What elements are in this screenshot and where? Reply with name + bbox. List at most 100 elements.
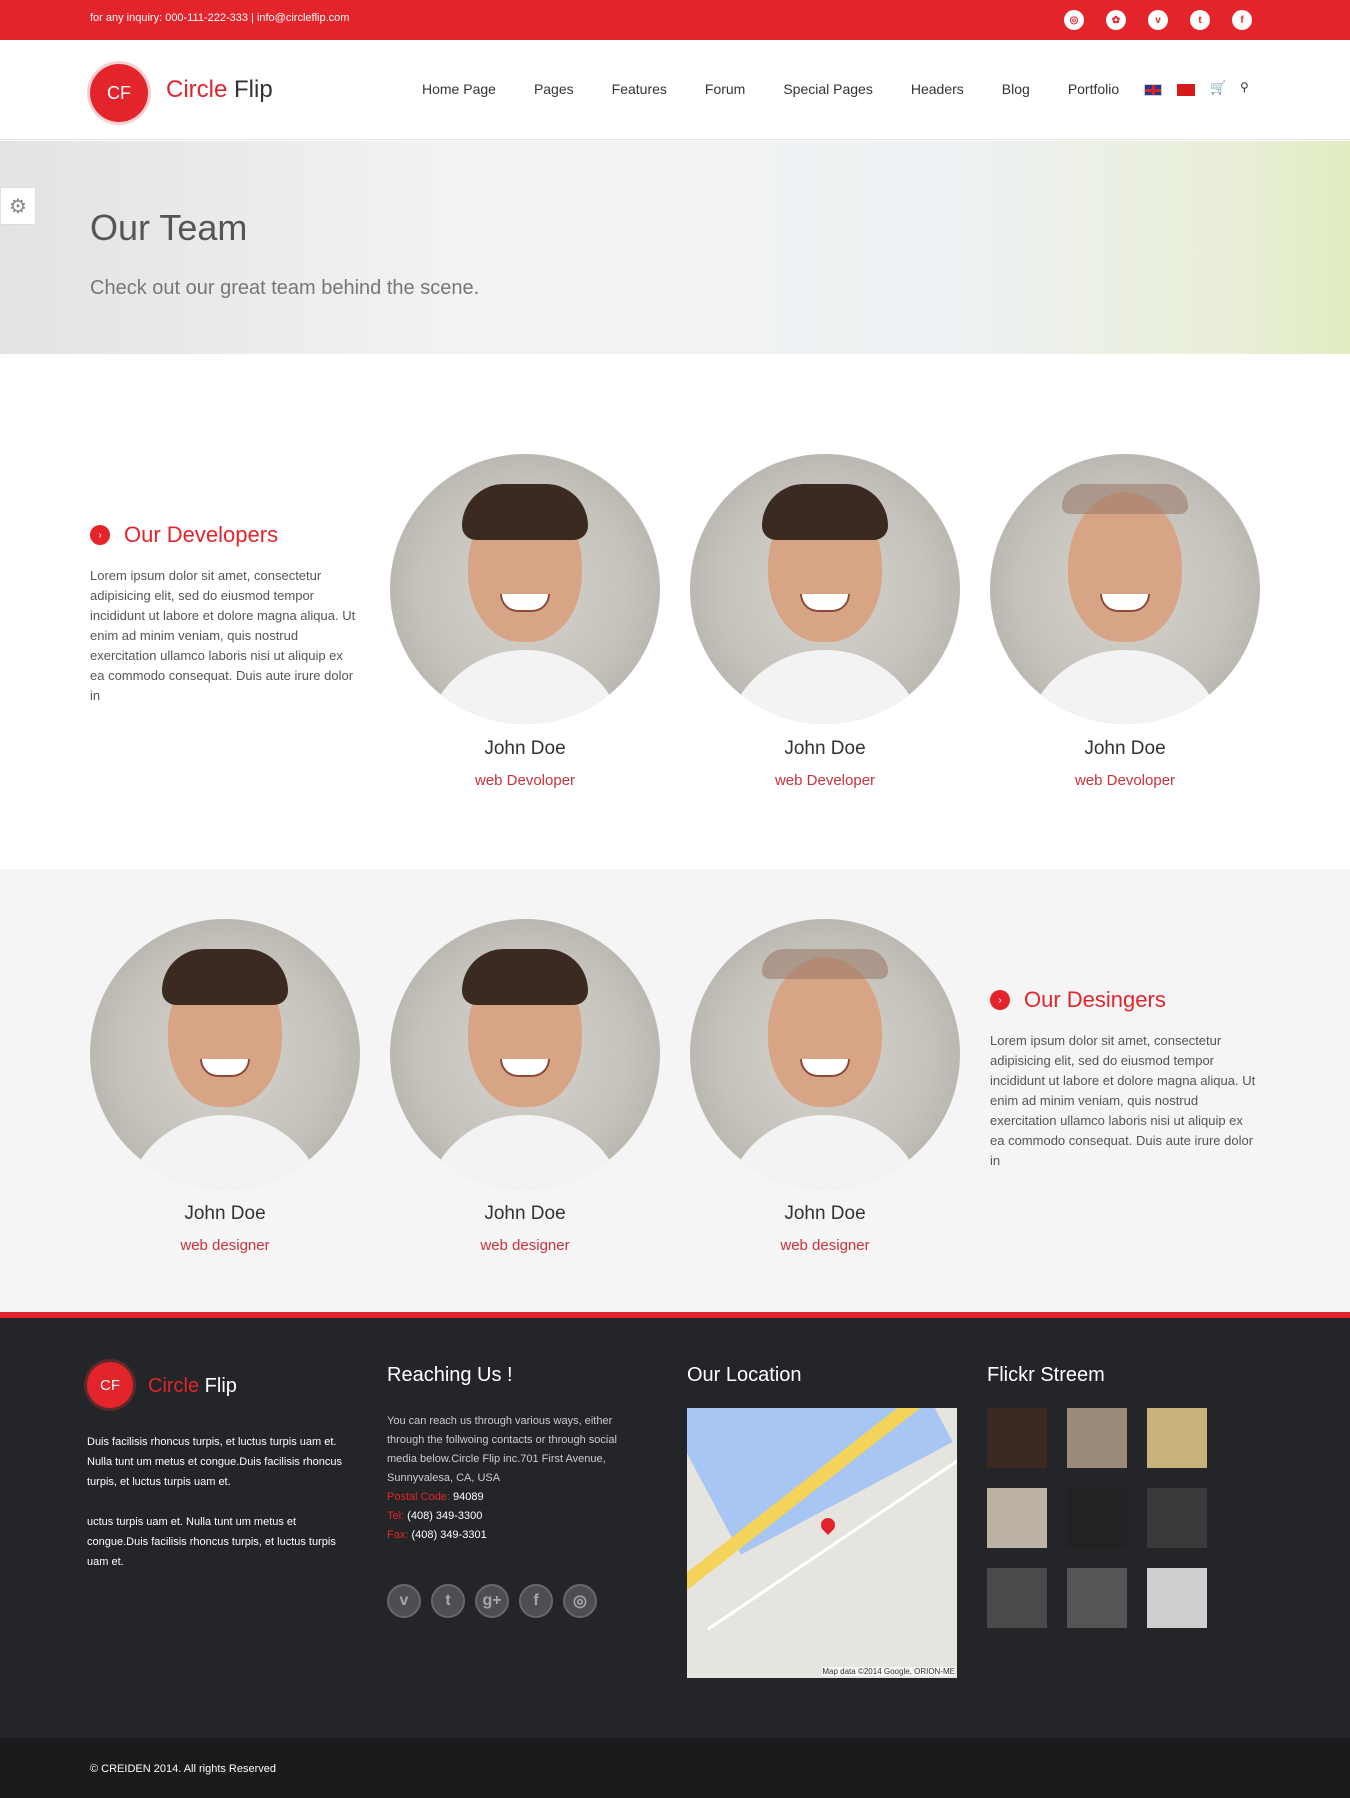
twitter-icon[interactable]: t bbox=[431, 1584, 465, 1618]
reaching-us-title: Reaching Us ! bbox=[387, 1364, 513, 1386]
designer-card[interactable]: John Doe web designer bbox=[690, 919, 960, 1254]
flickr-thumbnail[interactable] bbox=[987, 1408, 1047, 1468]
tel-value[interactable]: (408) 349-3300 bbox=[404, 1510, 482, 1522]
location-title: Our Location bbox=[687, 1364, 802, 1386]
flickr-thumbnail[interactable] bbox=[1067, 1568, 1127, 1628]
developers-title: Our Developers bbox=[124, 522, 279, 547]
developer-card[interactable]: John Doe web Devoloper bbox=[990, 454, 1260, 789]
facebook-icon[interactable]: f bbox=[1232, 10, 1252, 30]
footer-about-paragraph: Duis facilisis rhoncus turpis, et luctus… bbox=[87, 1436, 342, 1488]
contact-info: You can reach us through various ways, e… bbox=[387, 1412, 637, 1545]
footer-logo-word-circle: Circle bbox=[148, 1375, 200, 1397]
flickr-thumbnail[interactable] bbox=[1147, 1408, 1207, 1468]
flickr-icon[interactable]: ✿ bbox=[1106, 10, 1126, 30]
inquiry-text: for any inquiry: 000-111-222-333 | info@… bbox=[90, 12, 350, 24]
google-plus-icon[interactable]: g+ bbox=[475, 1584, 509, 1618]
vimeo-icon[interactable]: v bbox=[1148, 10, 1168, 30]
avatar bbox=[690, 454, 960, 724]
flickr-title: Flickr Streem bbox=[987, 1364, 1105, 1386]
location-map[interactable]: Map data ©2014 Google, ORION-ME bbox=[687, 1408, 957, 1678]
dribbble-icon[interactable]: ◎ bbox=[1064, 10, 1084, 30]
avatar bbox=[90, 919, 360, 1189]
fax-row: Fax: (408) 349-3301 bbox=[387, 1526, 637, 1545]
nav-blog[interactable]: Blog bbox=[1002, 81, 1030, 97]
flickr-thumbnail[interactable] bbox=[1067, 1408, 1127, 1468]
member-name: John Doe bbox=[484, 738, 566, 759]
page-subtitle: Check out our great team behind the scen… bbox=[90, 277, 480, 299]
avatar bbox=[390, 919, 660, 1189]
flickr-thumbnail[interactable] bbox=[987, 1568, 1047, 1628]
nav-headers[interactable]: Headers bbox=[911, 81, 964, 97]
footer-social-links: v t g+ f ◎ bbox=[387, 1584, 597, 1618]
logo-word-circle: Circle bbox=[166, 76, 228, 103]
footer-about-paragraph: uctus turpis uam et. Nulla tunt um metus… bbox=[87, 1516, 336, 1568]
member-role: web Devoloper bbox=[1074, 772, 1176, 789]
logo-word-flip: Flip bbox=[227, 76, 273, 103]
cart-icon[interactable]: 🛒 bbox=[1210, 80, 1226, 96]
designers-section: John Doe web designer John Doe web desig… bbox=[0, 869, 1350, 1312]
copyright-text: © CREIDEN 2014. All rights Reserved bbox=[90, 1763, 277, 1775]
twitter-icon[interactable]: t bbox=[1190, 10, 1210, 30]
developer-card[interactable]: John Doe web Developer bbox=[690, 454, 960, 789]
developer-card[interactable]: John Doe web Devoloper bbox=[390, 454, 660, 789]
nav-special-pages[interactable]: Special Pages bbox=[783, 81, 873, 97]
top-bar: for any inquiry: 000-111-222-333 | info@… bbox=[0, 0, 1350, 40]
member-name: John Doe bbox=[184, 1203, 266, 1224]
developers-intro: › Our Developers Lorem ipsum dolor sit am… bbox=[90, 522, 360, 706]
member-role: web designer bbox=[180, 1237, 270, 1254]
developers-section: › Our Developers Lorem ipsum dolor sit am… bbox=[0, 354, 1350, 869]
logo-mark[interactable]: CF bbox=[90, 64, 148, 122]
designers-text: Lorem ipsum dolor sit amet, consectetur … bbox=[990, 1033, 1256, 1168]
tel-label: Tel: bbox=[387, 1510, 405, 1522]
avatar bbox=[990, 454, 1260, 724]
nav-forum[interactable]: Forum bbox=[705, 81, 745, 97]
map-credit: Map data ©2014 Google, ORION-ME bbox=[822, 1667, 955, 1676]
flickr-thumbnail[interactable] bbox=[1147, 1568, 1207, 1628]
member-name: John Doe bbox=[1084, 738, 1166, 759]
flickr-thumbnail[interactable] bbox=[1067, 1488, 1127, 1548]
footer-about: Duis facilisis rhoncus turpis, et luctus… bbox=[87, 1432, 357, 1572]
flickr-grid bbox=[987, 1408, 1207, 1628]
top-social-links: ◎ ✿ v t f bbox=[1064, 10, 1252, 30]
postal-code-value: 94089 bbox=[449, 1491, 484, 1503]
map-pin-icon[interactable] bbox=[818, 1515, 838, 1535]
avatar bbox=[390, 454, 660, 724]
english-flag-icon[interactable] bbox=[1144, 84, 1162, 96]
designer-card[interactable]: John Doe web designer bbox=[390, 919, 660, 1254]
nav-home-page[interactable]: Home Page bbox=[422, 81, 496, 97]
logo-text[interactable]: Circle Flip bbox=[166, 76, 273, 104]
chevron-right-icon: › bbox=[990, 990, 1010, 1010]
footer-logo-word-flip: Flip bbox=[199, 1375, 237, 1397]
member-name: John Doe bbox=[784, 1203, 866, 1224]
member-role: web designer bbox=[480, 1237, 570, 1254]
flickr-thumbnail[interactable] bbox=[1147, 1488, 1207, 1548]
copyright-bar: © CREIDEN 2014. All rights Reserved bbox=[0, 1738, 1350, 1798]
member-role: web Devoloper bbox=[474, 772, 576, 789]
facebook-icon[interactable]: f bbox=[519, 1584, 553, 1618]
nav-pages[interactable]: Pages bbox=[534, 81, 574, 97]
chevron-right-icon: › bbox=[90, 525, 110, 545]
footer-logo-text[interactable]: Circle Flip bbox=[148, 1375, 237, 1398]
settings-gear-icon[interactable]: ⚙ bbox=[0, 187, 36, 225]
designers-title: Our Desingers bbox=[1024, 987, 1166, 1012]
search-icon[interactable]: ⚲ bbox=[1240, 80, 1249, 94]
developers-text: Lorem ipsum dolor sit amet, consectetur … bbox=[90, 568, 356, 703]
member-role: web designer bbox=[780, 1237, 870, 1254]
member-name: John Doe bbox=[484, 1203, 566, 1224]
footer: CF Circle Flip Duis facilisis rhoncus tu… bbox=[0, 1312, 1350, 1738]
nav-features[interactable]: Features bbox=[612, 81, 667, 97]
dribbble-icon[interactable]: ◎ bbox=[563, 1584, 597, 1618]
nav-portfolio[interactable]: Portfolio bbox=[1068, 81, 1119, 97]
vimeo-icon[interactable]: v bbox=[387, 1584, 421, 1618]
contact-text: You can reach us through various ways, e… bbox=[387, 1415, 617, 1484]
page-title: Our Team bbox=[90, 207, 248, 248]
main-nav: Home Page Pages Features Forum Special P… bbox=[422, 81, 1157, 97]
avatar bbox=[690, 919, 960, 1189]
member-role: web Developer bbox=[774, 772, 876, 789]
designer-card[interactable]: John Doe web designer bbox=[90, 919, 360, 1254]
header: CF Circle Flip Home Page Pages Features … bbox=[0, 40, 1350, 140]
flickr-thumbnail[interactable] bbox=[987, 1488, 1047, 1548]
footer-logo-mark[interactable]: CF bbox=[87, 1362, 133, 1408]
postal-code-label: Postal Code: bbox=[387, 1491, 450, 1503]
language-flag-icon[interactable] bbox=[1177, 84, 1195, 96]
